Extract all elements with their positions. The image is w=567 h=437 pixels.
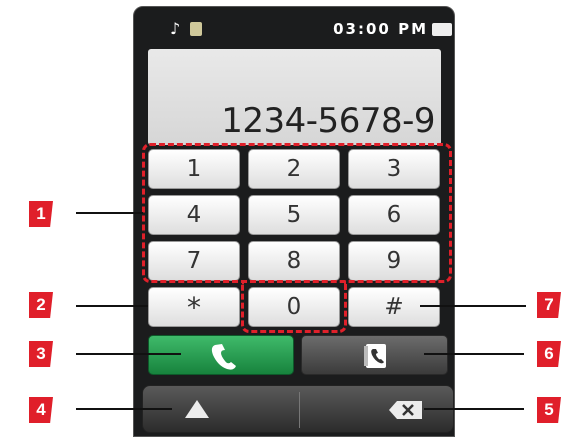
- phonebook-icon: [364, 344, 386, 368]
- dialed-number: 1234-5678-9: [221, 101, 435, 141]
- toolbar-divider: [299, 392, 300, 428]
- backspace-icon[interactable]: [389, 400, 423, 420]
- callout-4: 4: [29, 397, 53, 423]
- bottom-toolbar: [142, 385, 454, 433]
- music-note-icon: ♪: [170, 19, 181, 38]
- leader-line-3: [76, 353, 181, 355]
- key-hash[interactable]: #: [348, 287, 440, 327]
- status-bar: ♪ 03:00 PM: [134, 7, 454, 47]
- leader-line-5: [424, 408, 524, 410]
- callout-7: 7: [537, 292, 561, 318]
- numeric-keys-highlight: [142, 143, 452, 283]
- callout-2: 2: [29, 292, 53, 318]
- leader-line-7: [420, 305, 526, 307]
- phone-handset-icon: [211, 344, 236, 370]
- callout-3: 3: [29, 341, 53, 367]
- up-arrow-icon[interactable]: [183, 398, 211, 420]
- callout-6: 6: [537, 341, 561, 367]
- leader-line-6: [424, 353, 524, 355]
- number-display: 1234-5678-9: [148, 49, 441, 145]
- battery-icon: [432, 23, 452, 36]
- callout-5: 5: [537, 397, 561, 423]
- status-time: 03:00 PM: [333, 20, 428, 38]
- call-button[interactable]: [148, 335, 294, 375]
- memory-card-icon: [190, 22, 202, 36]
- leader-line-1: [76, 212, 143, 214]
- leader-line-4: [76, 408, 172, 410]
- phone-screen: ♪ 03:00 PM 1234-5678-9 1 2 3 4 5 6 7 8 9…: [133, 6, 455, 437]
- callout-1: 1: [29, 201, 53, 227]
- key-star[interactable]: *: [148, 287, 240, 327]
- zero-key-highlight: [241, 281, 347, 333]
- contacts-button[interactable]: [301, 335, 448, 375]
- leader-line-2: [76, 305, 148, 307]
